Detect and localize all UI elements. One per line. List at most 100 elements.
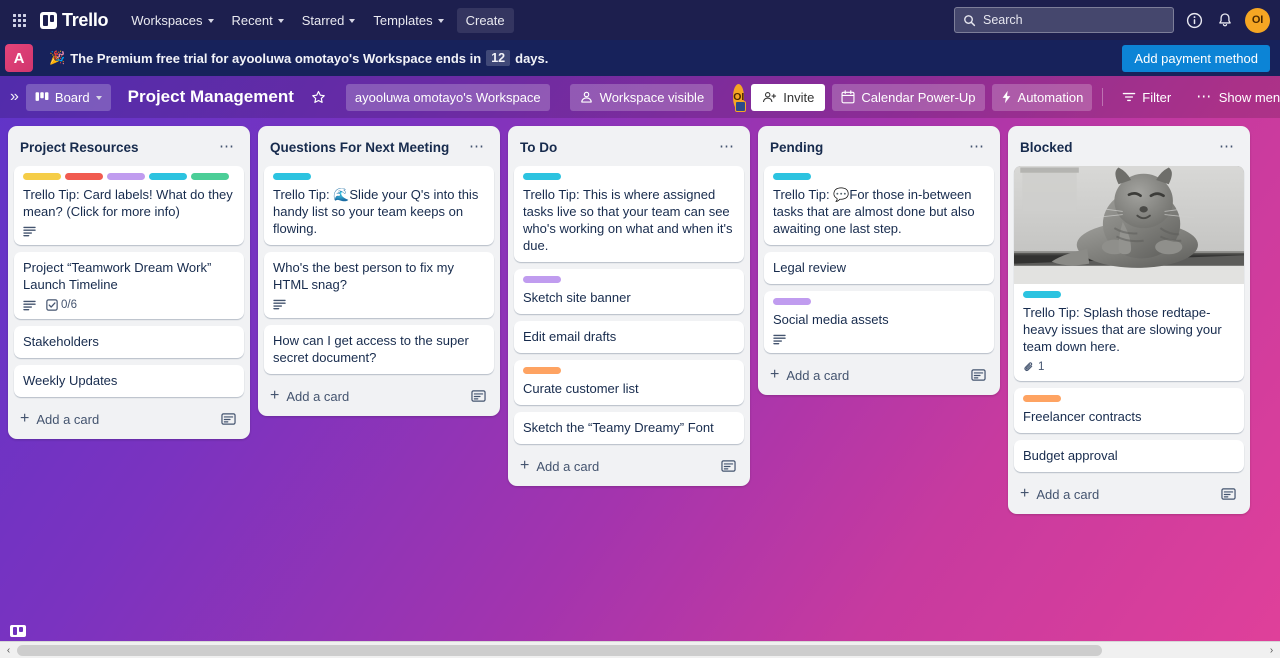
card[interactable]: Trello Tip: This is where assigned tasks…: [514, 166, 744, 262]
card[interactable]: Trello Tip: 💬For those in-between tasks …: [764, 166, 994, 245]
card-cover-image-cat: [1014, 166, 1244, 284]
scrollbar-thumb[interactable]: [17, 644, 1102, 656]
card-label-orange[interactable]: [1023, 395, 1061, 402]
card[interactable]: Legal review: [764, 252, 994, 284]
card[interactable]: Social media assets: [764, 291, 994, 353]
list-title[interactable]: To Do: [520, 140, 716, 155]
add-a-card-button[interactable]: + Add a card: [264, 378, 494, 410]
card-label-red[interactable]: [65, 173, 103, 180]
card[interactable]: Trello Tip: Card labels! What do they me…: [14, 166, 244, 245]
board-list: To Do ⋯ Trello Tip: This is where assigned…: [508, 126, 750, 486]
list-actions-ellipsis-icon[interactable]: ⋯: [966, 136, 988, 158]
card[interactable]: Trello Tip: 🌊Slide your Q's into this ha…: [264, 166, 494, 245]
add-a-card-button[interactable]: + Add a card: [1014, 476, 1244, 508]
scroll-right-arrow[interactable]: ›: [1263, 641, 1280, 658]
list-actions-ellipsis-icon[interactable]: ⋯: [716, 136, 738, 158]
card-label-blue[interactable]: [273, 173, 311, 180]
nav-item-workspaces[interactable]: Workspaces: [122, 8, 222, 33]
double-chevron-right-icon[interactable]: »: [10, 88, 19, 106]
avatar-status-badge: [735, 101, 747, 112]
scrollbar-track[interactable]: [17, 642, 1263, 658]
trello-logo[interactable]: Trello: [40, 10, 109, 31]
board-member-avatar[interactable]: OI: [733, 84, 747, 112]
list-actions-ellipsis-icon[interactable]: ⋯: [1216, 136, 1238, 158]
card-template-icon: [1220, 488, 1236, 500]
card[interactable]: How can I get access to the super secret…: [264, 325, 494, 374]
add-payment-method-button[interactable]: Add payment method: [1122, 44, 1270, 72]
board-view-switcher[interactable]: Board: [25, 83, 111, 111]
plus-icon: +: [770, 366, 780, 383]
list-actions-ellipsis-icon[interactable]: ⋯: [466, 136, 488, 158]
show-menu-button[interactable]: ⋯ Show menu: [1187, 84, 1280, 111]
search-input[interactable]: Search: [954, 7, 1174, 33]
card-label-yellow[interactable]: [23, 173, 61, 180]
premium-trial-banner: A 🎉 The Premium free trial for ayooluwa …: [0, 40, 1280, 76]
card-badge-description: [23, 226, 36, 237]
card-label-orange[interactable]: [523, 367, 561, 374]
card-label-purple[interactable]: [523, 276, 561, 283]
list-header: Project Resources ⋯: [14, 134, 244, 166]
automation-button[interactable]: Automation: [991, 83, 1093, 111]
list-title[interactable]: Project Resources: [20, 140, 216, 155]
star-icon[interactable]: [311, 84, 326, 111]
workspace-name-button[interactable]: ayooluwa omotayo's Workspace: [345, 83, 550, 111]
card-title: Sketch the “Teamy Dreamy” Font: [523, 420, 714, 435]
user-avatar[interactable]: OI: [1245, 7, 1270, 33]
card[interactable]: Weekly Updates: [14, 365, 244, 397]
horizontal-scrollbar[interactable]: ‹ ›: [0, 641, 1280, 658]
search-placeholder: Search: [983, 13, 1023, 27]
bell-icon[interactable]: [1214, 9, 1236, 31]
nav-item-templates[interactable]: Templates: [364, 8, 452, 33]
card[interactable]: Who's the best person to fix my HTML sna…: [264, 252, 494, 318]
add-a-card-button[interactable]: + Add a card: [514, 448, 744, 480]
card[interactable]: Trello Tip: Splash those redtape-heavy i…: [1014, 166, 1244, 381]
card[interactable]: Curate customer list: [514, 360, 744, 405]
card-label-purple[interactable]: [107, 173, 145, 180]
nav-item-recent[interactable]: Recent: [223, 8, 293, 33]
workspace-visibility-label: Workspace visible: [599, 89, 705, 105]
card[interactable]: Budget approval: [1014, 440, 1244, 472]
list-actions-ellipsis-icon[interactable]: ⋯: [216, 136, 238, 158]
card-template-button[interactable]: [718, 456, 738, 476]
scroll-left-arrow[interactable]: ‹: [0, 641, 17, 658]
card[interactable]: Project “Teamwork Dream Work” Launch Tim…: [14, 252, 244, 319]
card-title: Legal review: [773, 260, 846, 275]
taskbar-trello-icon[interactable]: [10, 623, 26, 638]
card[interactable]: Stakeholders: [14, 326, 244, 358]
calendar-powerup-button[interactable]: Calendar Power-Up: [832, 83, 985, 111]
grid-apps-icon[interactable]: [6, 7, 32, 33]
invite-button[interactable]: Invite: [751, 83, 826, 111]
card-label-blue[interactable]: [523, 173, 561, 180]
add-a-card-button[interactable]: + Add a card: [14, 401, 244, 433]
card-label-blue[interactable]: [773, 173, 811, 180]
list-title[interactable]: Pending: [770, 140, 966, 155]
card-template-button[interactable]: [468, 386, 488, 406]
card[interactable]: Sketch the “Teamy Dreamy” Font: [514, 412, 744, 444]
card[interactable]: Freelancer contracts: [1014, 388, 1244, 433]
card[interactable]: Sketch site banner: [514, 269, 744, 314]
info-circle-icon[interactable]: [1183, 9, 1205, 31]
calendar-icon: [841, 90, 855, 104]
workspace-badge[interactable]: A: [5, 44, 33, 72]
card-template-button[interactable]: [218, 409, 238, 429]
card-label-purple[interactable]: [773, 298, 811, 305]
card-label-blue[interactable]: [1023, 291, 1061, 298]
page-title[interactable]: Project Management: [118, 83, 304, 111]
filter-button[interactable]: Filter: [1113, 84, 1180, 111]
workspace-visibility-button[interactable]: Workspace visible: [569, 83, 714, 111]
card-label-green[interactable]: [191, 173, 229, 180]
create-button[interactable]: Create: [456, 7, 514, 33]
list-title[interactable]: Blocked: [1020, 140, 1216, 155]
description-icon: [23, 226, 36, 237]
card-template-button[interactable]: [968, 365, 988, 385]
card-labels: [523, 367, 735, 374]
card-template-button[interactable]: [1218, 484, 1238, 504]
card-badge-text: 0/6: [61, 299, 77, 311]
card[interactable]: Edit email drafts: [514, 321, 744, 353]
card-label-blue[interactable]: [149, 173, 187, 180]
description-icon: [273, 299, 286, 310]
nav-item-starred[interactable]: Starred: [293, 8, 365, 33]
add-a-card-button[interactable]: + Add a card: [764, 357, 994, 389]
list-title[interactable]: Questions For Next Meeting: [270, 140, 466, 155]
plus-icon: +: [270, 387, 280, 404]
